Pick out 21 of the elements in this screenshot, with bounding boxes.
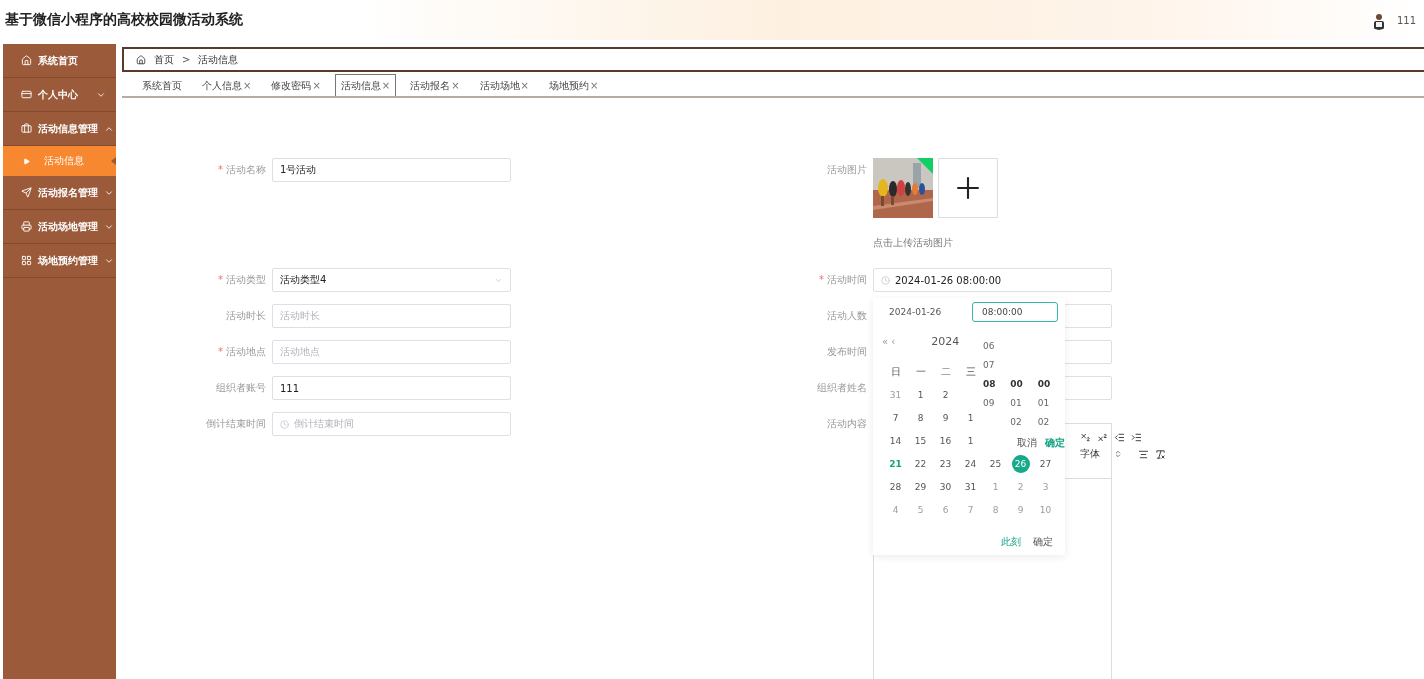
- field-label: 活动内容: [827, 417, 867, 431]
- weekday-label: 二: [939, 364, 952, 379]
- field-label: 活动人数: [827, 309, 867, 323]
- field-label: * 活动类型: [218, 273, 266, 287]
- app-title: 基于微信小程序的高校校园微活动系统: [5, 11, 243, 29]
- field-label: 发布时间: [827, 345, 867, 359]
- field-label: * 活动名称: [218, 163, 266, 177]
- user-name: 111: [1396, 14, 1416, 26]
- breadcrumb-separator: >: [182, 54, 191, 65]
- upload-hint: 点击上传活动图片: [873, 236, 954, 250]
- weekday-label: 一: [914, 364, 927, 379]
- field-label: 组织者账号: [216, 381, 266, 395]
- field-label: * 活动地点: [218, 345, 266, 359]
- field-label: 倒计结束时间: [206, 417, 266, 431]
- field-label: 组织者姓名: [817, 381, 867, 395]
- weekday-label: 三: [964, 364, 977, 379]
- field-label: 活动图片: [827, 163, 867, 177]
- calendar-year: 2024: [931, 334, 960, 348]
- field-label: 活动时长: [226, 309, 266, 323]
- weekday-label: 日: [889, 364, 902, 379]
- field-label: * 活动时间: [819, 273, 867, 287]
